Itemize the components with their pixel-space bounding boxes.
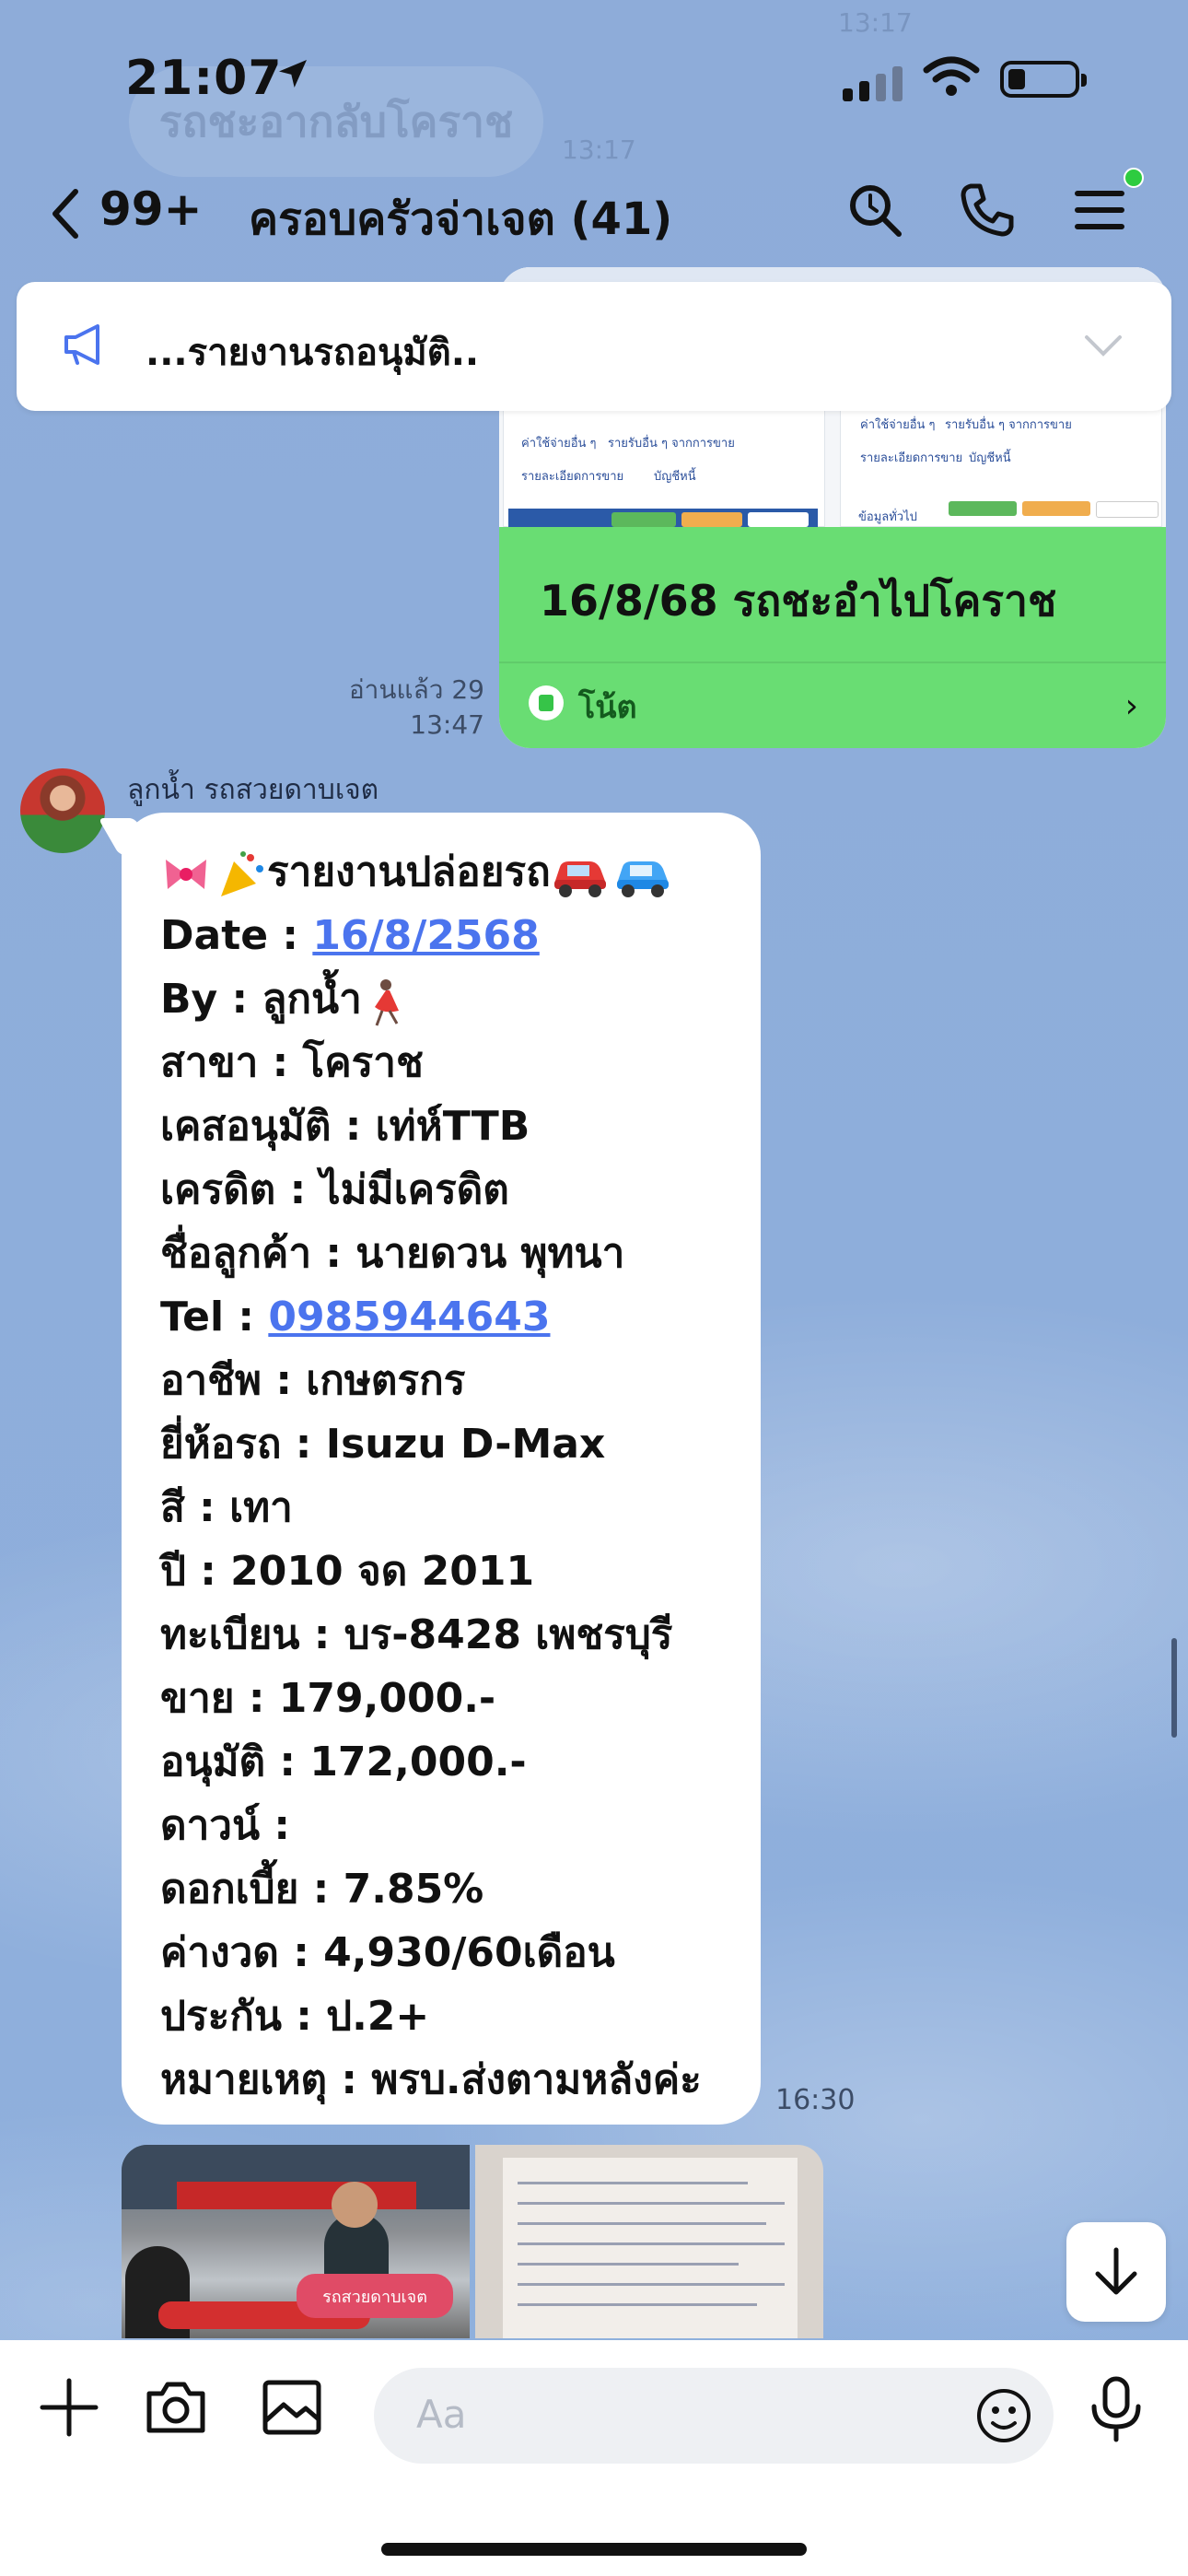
photo-attachment[interactable]: รถสวยดาบเจต	[122, 2145, 470, 2338]
phone-icon[interactable]	[958, 181, 1017, 240]
avatar[interactable]	[20, 768, 105, 853]
arrow-down-icon	[1095, 2247, 1137, 2295]
note-icon	[529, 685, 564, 720]
camera-icon[interactable]	[144, 2375, 208, 2440]
chat-header: 99+ ครอบครัวจ่าเจต (41)	[0, 166, 1188, 258]
chat-title[interactable]: ครอบครัวจ่าเจต (41)	[249, 184, 672, 254]
note-label: โน้ต	[578, 689, 637, 726]
chevron-right-icon: ›	[1124, 687, 1138, 725]
sender-name: ลูกน้ำ รถสวยดาบเจต	[127, 774, 379, 806]
message-input[interactable]: Aa	[374, 2368, 1054, 2464]
search-icon[interactable]	[845, 181, 904, 240]
read-receipt: อ่านแล้ว 29 13:47	[348, 674, 484, 740]
emoji-icon[interactable]	[974, 2386, 1033, 2445]
message-time: 16:30	[775, 2084, 856, 2116]
cellular-signal-icon	[843, 66, 903, 101]
chevron-down-icon[interactable]	[1083, 332, 1124, 359]
home-indicator	[381, 2543, 807, 2556]
divider	[499, 662, 1166, 663]
car-banner: รถสวยดาบเจต	[297, 2274, 453, 2318]
date-link[interactable]: 16/8/2568	[312, 912, 539, 959]
input-placeholder: Aa	[416, 2392, 467, 2437]
clock: 21:07	[125, 51, 283, 106]
document-photo[interactable]	[475, 2145, 823, 2338]
note-title: 16/8/68 รถชะอำไปโคราช	[540, 576, 1057, 626]
battery-icon	[1000, 61, 1087, 98]
megaphone-icon	[64, 324, 99, 365]
car-emoji	[551, 849, 672, 900]
wifi-icon	[923, 56, 980, 96]
notification-dot	[1124, 168, 1144, 188]
bow-party-emoji	[160, 849, 267, 900]
scroll-to-bottom-button[interactable]	[1066, 2222, 1166, 2322]
message-bubble[interactable]: รายงานปล่อยรถ Date : 16/8/2568 By : ลูกน…	[98, 813, 761, 2125]
location-arrow-icon	[279, 60, 307, 88]
menu-icon[interactable]	[1072, 181, 1127, 240]
previous-time-ghost: 13:17	[562, 135, 636, 165]
announcement-banner[interactable]: ...รายงานรถอนุมัติ..	[17, 282, 1171, 411]
dancer-emoji	[374, 979, 399, 1026]
unread-count[interactable]: 99+	[99, 182, 202, 236]
image-icon[interactable]	[260, 2375, 324, 2440]
plus-icon[interactable]	[37, 2375, 101, 2440]
announcement-text: ...รายงานรถอนุมัติ..	[146, 332, 480, 374]
scrollbar[interactable]	[1171, 1638, 1177, 1738]
microphone-icon[interactable]	[1087, 2375, 1146, 2445]
status-bar: 21:07	[0, 0, 1188, 138]
report-text: รายงานปล่อยรถ Date : 16/8/2568 By : ลูกน…	[160, 849, 702, 2103]
phone-link[interactable]: 0985944643	[268, 1294, 550, 1341]
back-chevron-icon[interactable]	[48, 186, 85, 241]
message-input-bar: Aa	[0, 2340, 1188, 2576]
